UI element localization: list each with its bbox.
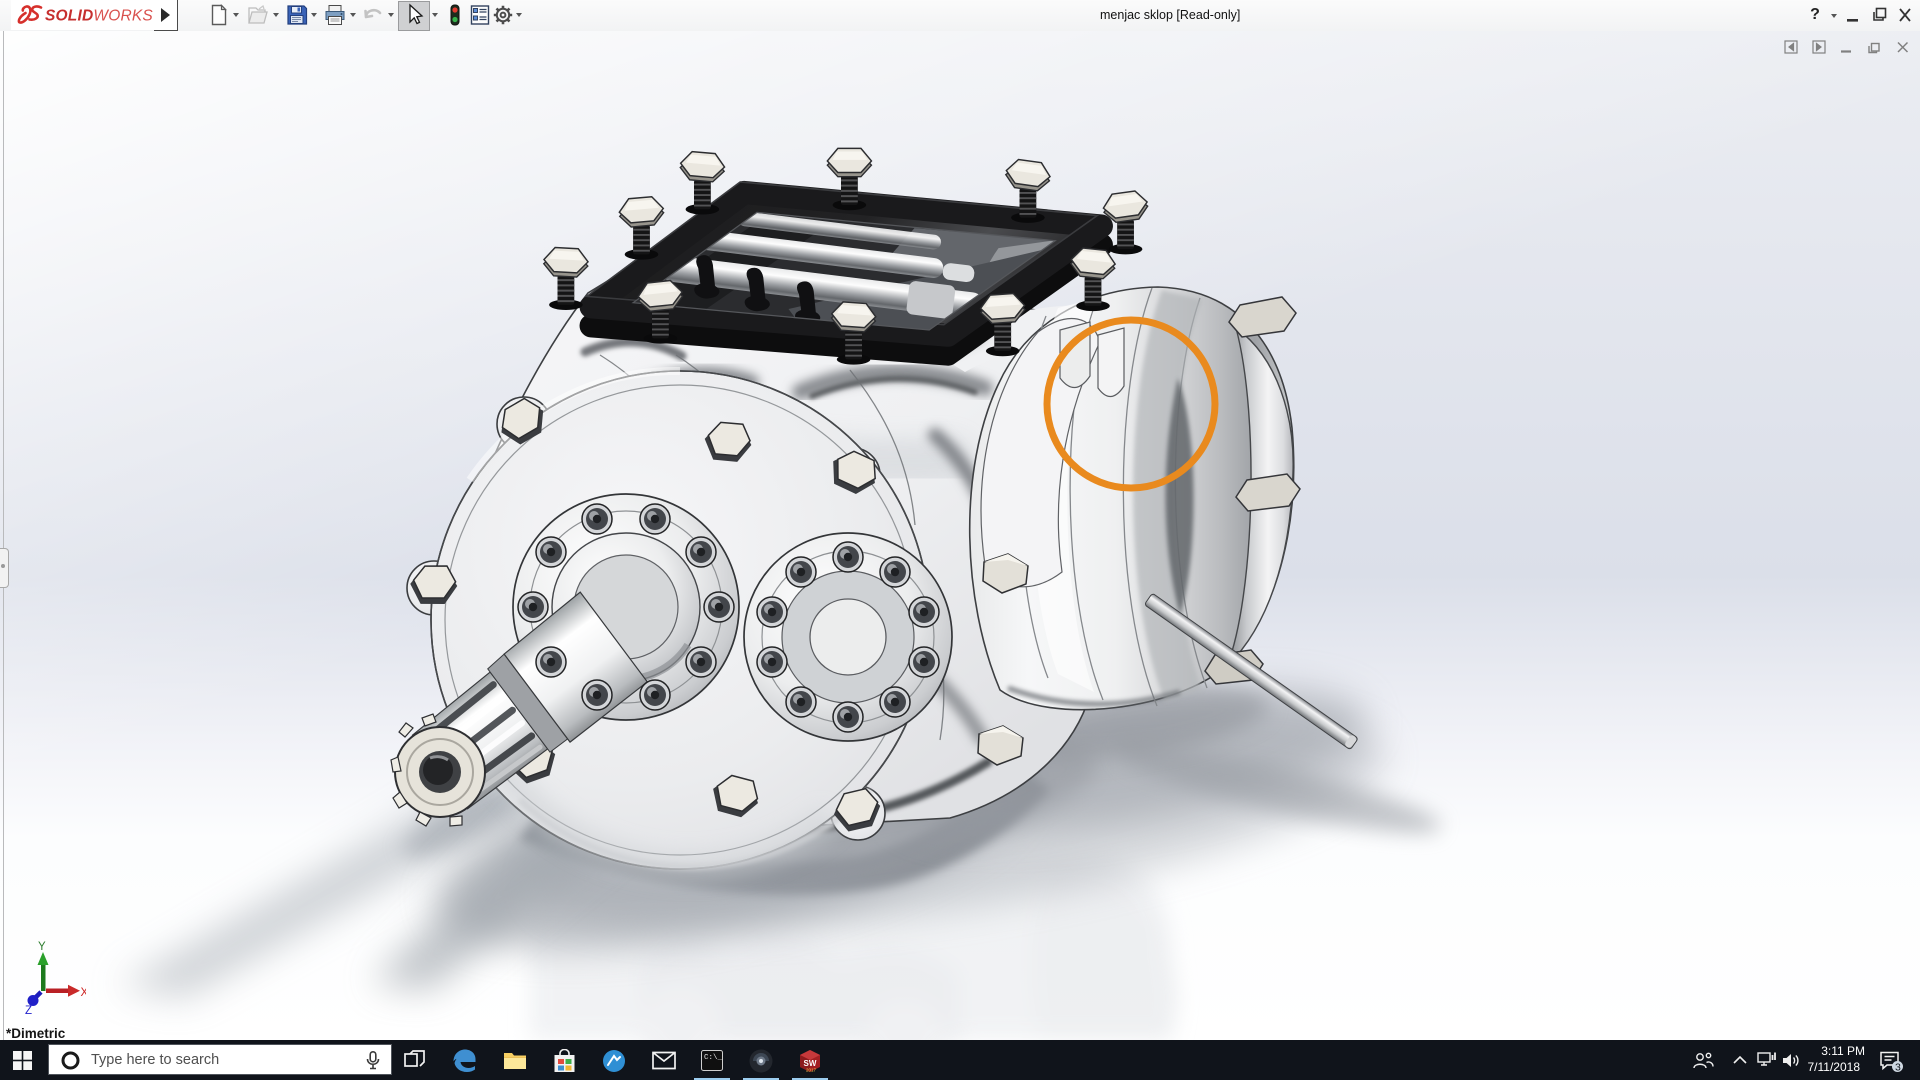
svg-text:X: X [81, 987, 87, 999]
svg-text:Y: Y [38, 941, 46, 953]
svg-text:Z: Z [25, 1005, 32, 1015]
svg-text:SOLIDWORKS: SOLIDWORKS [45, 8, 153, 25]
svg-text:C:\_: C:\_ [704, 1054, 723, 1062]
svg-text:2017: 2017 [806, 1068, 817, 1073]
svg-text:3: 3 [1895, 1062, 1901, 1074]
